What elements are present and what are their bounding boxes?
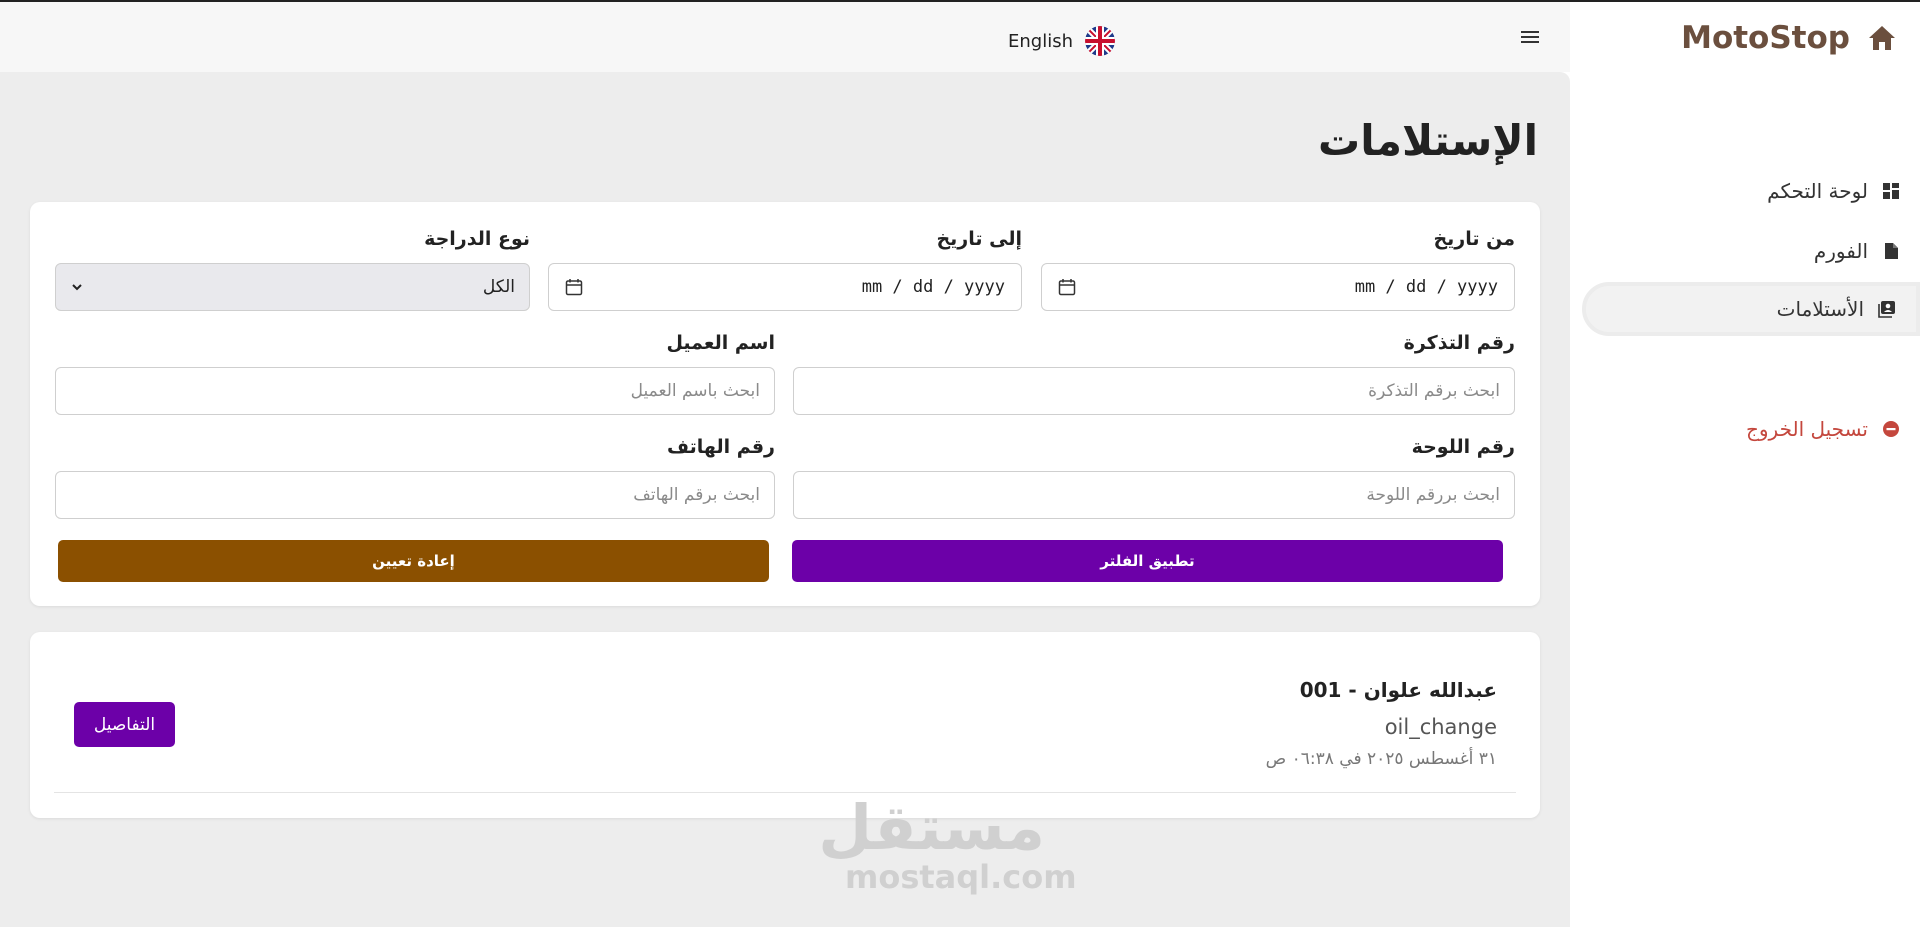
bike-type-value[interactable]: الكل — [483, 277, 515, 297]
phone-number-field[interactable] — [55, 471, 775, 519]
divider — [54, 792, 1516, 793]
result-card: عبدالله علوان - 001 oil_change ٣١ أغسطس … — [30, 632, 1540, 818]
phone-number-input[interactable] — [56, 472, 774, 518]
logout-icon — [1883, 421, 1899, 437]
logout-label: تسجيل الخروج — [1745, 417, 1868, 441]
result-title: عبدالله علوان - 001 — [1299, 678, 1497, 702]
hamburger-icon[interactable] — [1519, 28, 1541, 50]
phone-number-label: رقم الهاتف — [667, 436, 775, 458]
top-bar: English — [0, 0, 1570, 72]
sidebar: MotoStop لوحة التحكم الفورم الأستلامات ت… — [1570, 0, 1920, 927]
document-icon — [1885, 243, 1898, 259]
to-date-label: إلى تاريخ — [936, 228, 1022, 250]
to-date-value[interactable]: mm / dd / yyyy — [862, 277, 1005, 297]
sidebar-item-form[interactable]: الفورم — [1582, 224, 1920, 278]
sidebar-item-dashboard[interactable]: لوحة التحكم — [1582, 164, 1920, 218]
plate-number-input[interactable] — [794, 472, 1514, 518]
uk-flag-icon[interactable] — [1085, 26, 1115, 56]
receipts-icon — [1878, 301, 1895, 318]
details-button[interactable]: التفاصيل — [74, 702, 175, 747]
filter-card: من تاريخ إلى تاريخ نوع الدراجة mm / dd /… — [30, 202, 1540, 606]
apply-filter-button[interactable]: تطبيق الفلتر — [792, 540, 1503, 582]
sidebar-item-label: الأستلامات — [1776, 297, 1864, 321]
customer-name-label: اسم العميل — [666, 332, 775, 354]
watermark: مستقل mostaql.com — [818, 791, 1077, 896]
from-date-label: من تاريخ — [1433, 228, 1515, 250]
result-service: oil_change — [1384, 715, 1497, 739]
plate-number-field[interactable] — [793, 471, 1515, 519]
customer-name-input[interactable] — [56, 368, 774, 414]
ticket-number-input[interactable] — [794, 368, 1514, 414]
calendar-icon[interactable] — [565, 278, 583, 296]
brand[interactable]: MotoStop — [1681, 20, 1896, 56]
language-label[interactable]: English — [1008, 31, 1073, 52]
brand-name[interactable]: MotoStop — [1681, 20, 1850, 56]
home-icon[interactable] — [1868, 24, 1896, 52]
logout-button[interactable]: تسجيل الخروج — [1582, 402, 1920, 456]
sidebar-item-label: لوحة التحكم — [1767, 179, 1868, 203]
result-date: ٣١ أغسطس ٢٠٢٥ في ٠٦:٣٨ ص — [1265, 749, 1497, 769]
customer-name-field[interactable] — [55, 367, 775, 415]
calendar-icon[interactable] — [1058, 278, 1076, 296]
watermark-latin: mostaql.com — [845, 858, 1077, 896]
reset-button[interactable]: إعادة تعيين — [58, 540, 769, 582]
plate-number-label: رقم اللوحة — [1411, 436, 1515, 458]
sidebar-item-label: الفورم — [1813, 239, 1868, 263]
ticket-number-field[interactable] — [793, 367, 1515, 415]
bike-type-select[interactable]: الكل — [55, 263, 530, 311]
watermark-arabic: مستقل — [818, 791, 1045, 864]
chevron-down-icon[interactable] — [70, 280, 84, 294]
main-content: الإستلامات من تاريخ إلى تاريخ نوع الدراج… — [0, 72, 1570, 927]
page-title: الإستلامات — [1318, 116, 1538, 165]
dashboard-icon — [1883, 183, 1899, 199]
from-date-value[interactable]: mm / dd / yyyy — [1355, 277, 1498, 297]
sidebar-item-receipts[interactable]: الأستلامات — [1582, 282, 1920, 336]
language-switcher[interactable]: English — [1008, 26, 1115, 56]
from-date-input[interactable]: mm / dd / yyyy — [1041, 263, 1515, 311]
ticket-number-label: رقم التذكرة — [1403, 332, 1515, 354]
bike-type-label: نوع الدراجة — [424, 228, 530, 250]
to-date-input[interactable]: mm / dd / yyyy — [548, 263, 1022, 311]
